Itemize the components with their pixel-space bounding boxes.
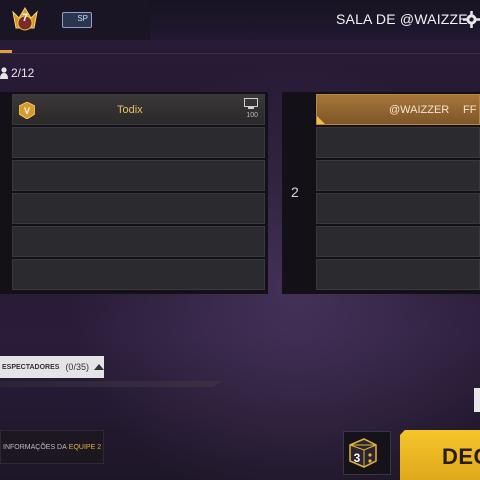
dice-number: 3: [354, 451, 361, 465]
gear-icon[interactable]: [463, 11, 480, 28]
profile-panel[interactable]: 7 SP: [0, 0, 150, 40]
divider-bar: [0, 381, 222, 387]
team1-slot-1[interactable]: V Todix 100: [12, 94, 265, 125]
rank-level: 7: [21, 12, 29, 24]
team1-slot-3[interactable]: [12, 160, 265, 191]
player-count: 2/12: [0, 64, 34, 82]
top-bar: 7 SP SALA DE @WAIZZE: [0, 0, 480, 40]
team1-panel: V Todix 100: [0, 92, 268, 294]
dice-icon: 3: [349, 438, 377, 468]
host-tag: FF: [463, 104, 477, 116]
dice-button[interactable]: 3: [343, 431, 391, 475]
side-panel-edge[interactable]: [474, 388, 480, 412]
card-label: SP: [77, 14, 88, 23]
team2-slot-3[interactable]: [316, 160, 480, 191]
team2-slot-1[interactable]: @WAIZZER FF: [316, 94, 480, 125]
rank-badge[interactable]: 7: [10, 6, 40, 34]
room-title: SALA DE @WAIZZE: [336, 11, 468, 27]
device-label: 100: [246, 112, 258, 119]
team2-slot-2[interactable]: [316, 127, 480, 158]
computer-icon: [244, 98, 258, 109]
divider: [0, 53, 480, 54]
team2-slot-4[interactable]: [316, 193, 480, 224]
spectators-toggle[interactable]: ESPECTADORES (0/35): [0, 356, 104, 378]
svg-text:V: V: [24, 106, 30, 116]
member-name: Todix: [117, 104, 143, 116]
team1-slot-6[interactable]: [12, 259, 265, 290]
team1-slot-5[interactable]: [12, 226, 265, 257]
team-info-highlight: EQUIPE 2: [68, 443, 102, 451]
team-info-button[interactable]: INFORMAÇÕES DA EQUIPE 2: [0, 430, 104, 464]
team2-slot-6[interactable]: [316, 259, 480, 290]
host-marker-icon: [317, 116, 325, 124]
team1-slot-2[interactable]: [12, 127, 265, 158]
team2-panel: 2 @WAIZZER FF: [282, 92, 480, 294]
start-button[interactable]: DEC: [400, 430, 480, 480]
chevron-up-icon: [93, 364, 104, 370]
team-number: 2: [291, 184, 299, 200]
team2-slot-5[interactable]: [316, 226, 480, 257]
spectators-count: (0/35): [65, 362, 89, 372]
host-name: @WAIZZER: [389, 104, 450, 116]
team1-slot-4[interactable]: [12, 193, 265, 224]
person-icon: [0, 67, 8, 79]
spectators-label: ESPECTADORES: [2, 363, 60, 371]
vip-badge-icon: V: [19, 102, 35, 119]
player-count-text: 2/12: [11, 66, 35, 80]
team-info-label: INFORMAÇÕES DA: [3, 443, 67, 451]
start-label: DEC: [442, 444, 480, 469]
card-icon[interactable]: SP: [62, 12, 92, 28]
